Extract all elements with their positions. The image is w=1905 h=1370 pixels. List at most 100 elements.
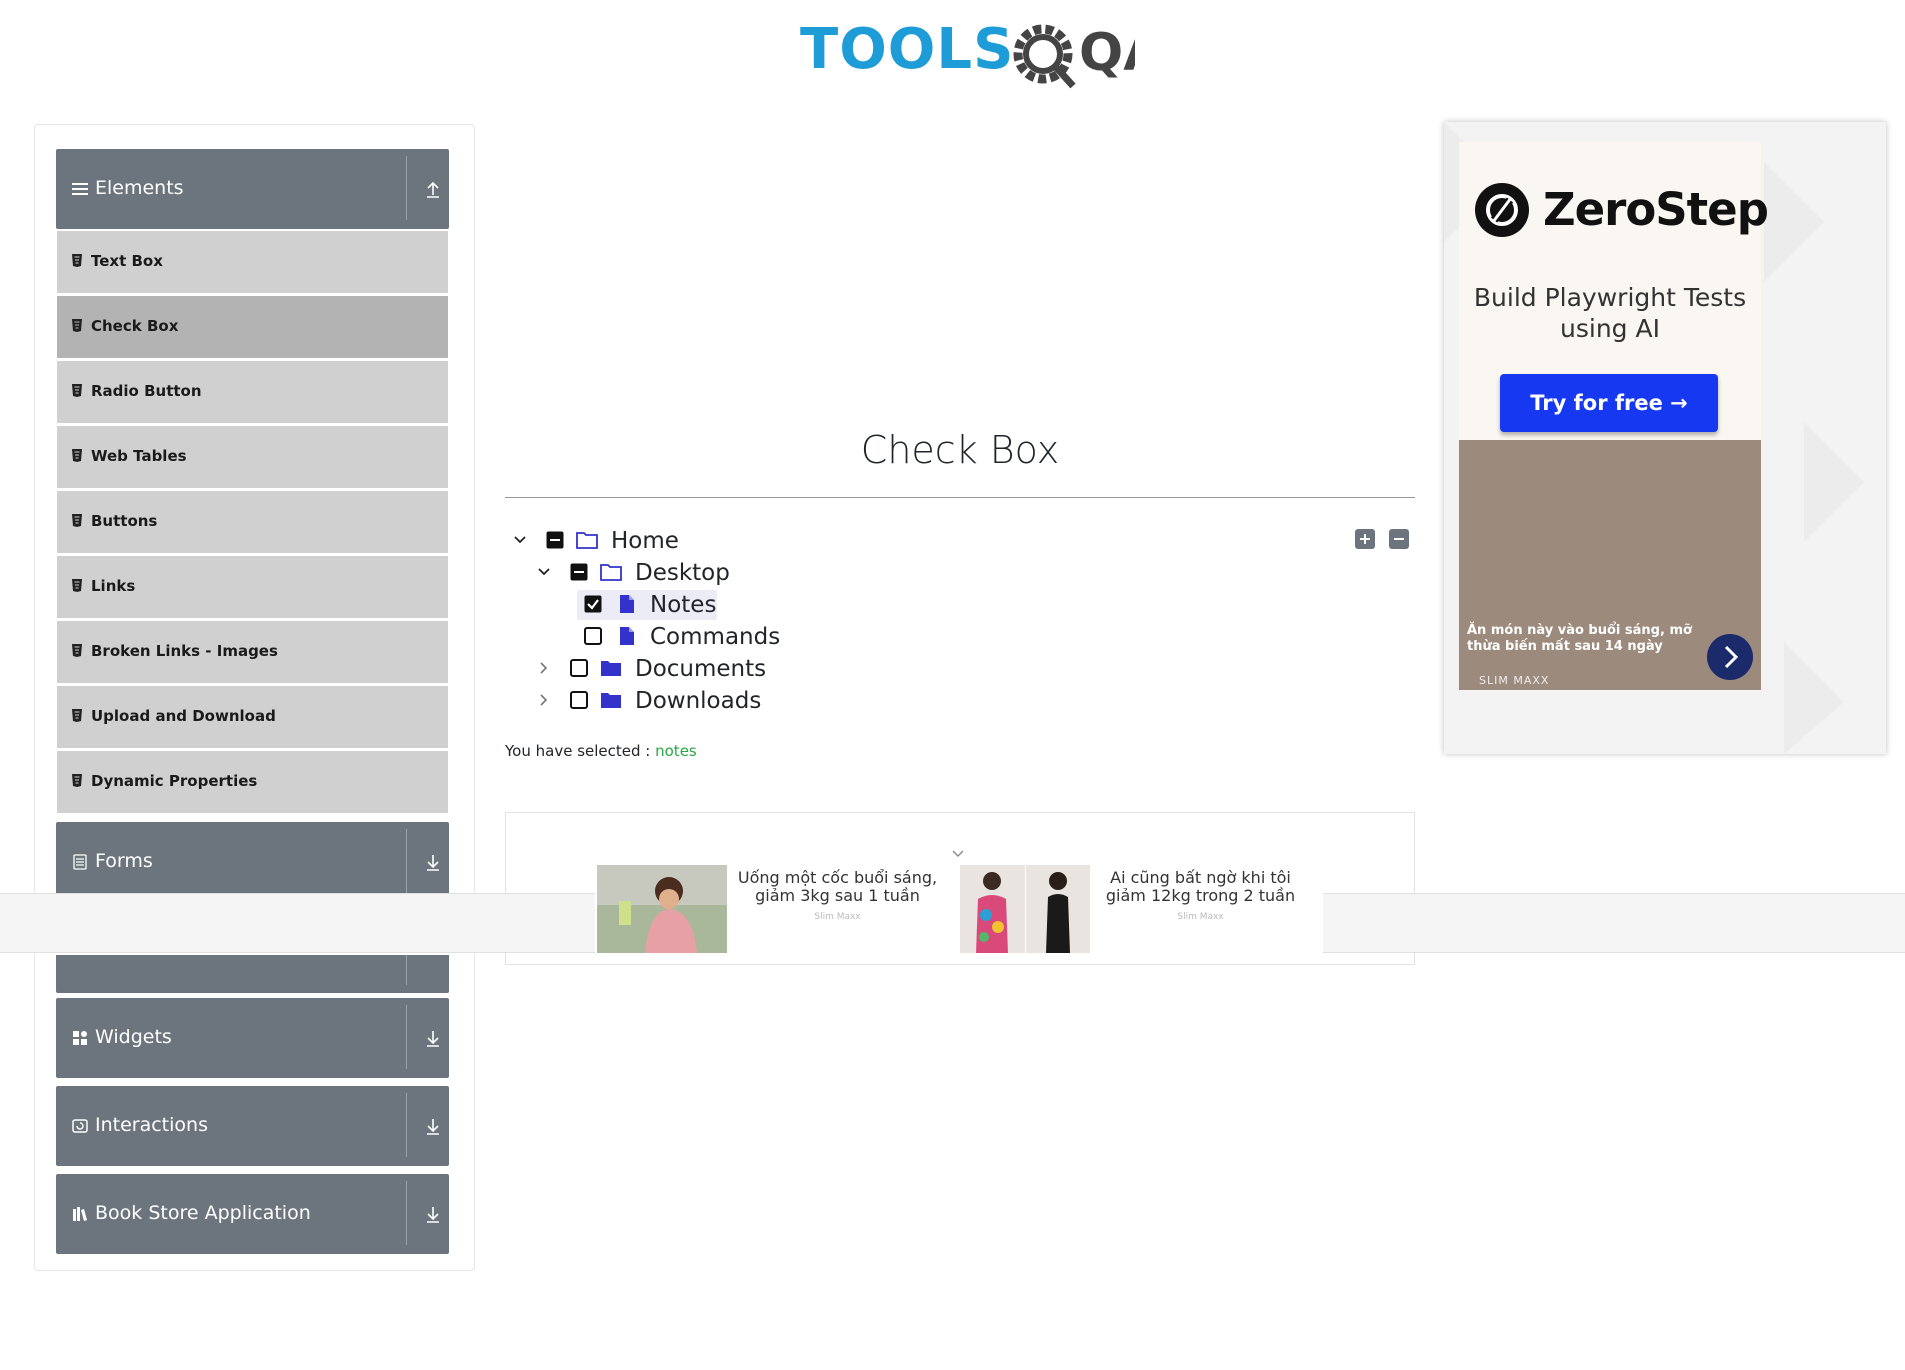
- sidebar-group-label: Book Store Application: [95, 1202, 311, 1224]
- sidebar-group-widgets[interactable]: Widgets: [56, 998, 449, 1078]
- collapse-all-button[interactable]: [1389, 529, 1409, 549]
- sidebar-group-label: Elements: [95, 177, 184, 199]
- divider: [406, 1093, 407, 1157]
- sidebar-item-radio-button[interactable]: Radio Button: [57, 361, 448, 423]
- checkbox-unchecked[interactable]: [584, 627, 602, 645]
- sidebar-item-dynamic-properties[interactable]: Dynamic Properties: [57, 751, 448, 813]
- tree-node-downloads: Downloads: [536, 686, 836, 714]
- ad-next-button[interactable]: [1707, 634, 1753, 680]
- tree-node-label[interactable]: Notes: [650, 591, 716, 619]
- file-icon: [620, 595, 634, 613]
- item-badge-icon: [72, 514, 82, 527]
- sidebar-item-label: Buttons: [91, 512, 158, 530]
- logo-suffix: QA: [1079, 23, 1135, 83]
- item-badge-icon: [72, 774, 82, 787]
- chevron-down-icon[interactable]: [950, 848, 966, 860]
- folder-icon: [601, 661, 621, 676]
- sidebar-group-label: Interactions: [95, 1114, 208, 1136]
- item-badge-icon: [72, 319, 82, 332]
- right-ad[interactable]: ZeroStep Build Playwright Tests using AI…: [1444, 122, 1886, 754]
- ad-photo-drink[interactable]: [597, 865, 727, 953]
- tree-node-label[interactable]: Home: [611, 527, 679, 555]
- minus-icon: [1394, 538, 1404, 540]
- toolsqa-logo[interactable]: TOOLS QA: [800, 14, 1135, 94]
- sidebar-item-broken-links[interactable]: Broken Links - Images: [57, 621, 448, 683]
- sidebar-item-label: Check Box: [91, 317, 179, 335]
- widgets-icon: [73, 1031, 87, 1045]
- tree-node-label[interactable]: Documents: [635, 655, 766, 683]
- ad-card-source: Slim Maxx: [814, 912, 861, 922]
- native-ad-strip[interactable]: Uống một cốc buổi sáng, giảm 3kg sau 1 t…: [595, 850, 1323, 954]
- title-divider: [505, 497, 1415, 498]
- selection-result: You have selected : notes: [505, 741, 697, 761]
- sidebar-item-upload-download[interactable]: Upload and Download: [57, 686, 448, 748]
- ad-card-text[interactable]: Ai cũng bất ngờ khi tôi giảm 12kg trong …: [1093, 869, 1308, 905]
- ad-source: SLIM MAXX: [1479, 674, 1550, 687]
- sidebar-item-text-box[interactable]: Text Box: [57, 231, 448, 293]
- sidebar-item-label: Broken Links - Images: [91, 642, 278, 660]
- sidebar-group-alerts[interactable]: [56, 955, 449, 993]
- page-title: Check Box: [860, 428, 1060, 472]
- divider: [406, 1181, 407, 1245]
- divider: [406, 156, 407, 220]
- expand-all-button[interactable]: [1355, 529, 1375, 549]
- chevron-right-icon: [1724, 645, 1739, 669]
- sidebar-group-interactions[interactable]: Interactions: [56, 1086, 449, 1166]
- checkbox-partial[interactable]: [546, 531, 564, 549]
- sidebar-group-forms[interactable]: Forms: [56, 822, 449, 902]
- folder-icon: [601, 693, 621, 708]
- interactions-icon: [72, 1119, 88, 1133]
- sidebar-item-links[interactable]: Links: [57, 556, 448, 618]
- chevron-down-icon[interactable]: [536, 564, 552, 580]
- item-badge-icon: [72, 254, 82, 267]
- sidebar-item-check-box[interactable]: Check Box: [57, 296, 448, 358]
- expand-down-icon[interactable]: [425, 852, 441, 872]
- expand-down-icon[interactable]: [425, 1204, 441, 1224]
- item-badge-icon: [72, 384, 82, 397]
- checkbox-partial[interactable]: [570, 563, 588, 581]
- sidebar-group-elements[interactable]: Elements: [56, 149, 449, 229]
- tree-node-label[interactable]: Commands: [650, 623, 780, 651]
- chevron-right-icon[interactable]: [536, 660, 552, 676]
- chevron-down-icon[interactable]: [512, 532, 528, 548]
- divider: [406, 829, 407, 893]
- tree-node-label[interactable]: Desktop: [635, 559, 730, 587]
- sidebar-group-book-store[interactable]: Book Store Application: [56, 1174, 449, 1254]
- result-prefix: You have selected :: [505, 742, 651, 760]
- logo-text: TOOLS: [800, 17, 1015, 82]
- checkbox-unchecked[interactable]: [570, 691, 588, 709]
- ad-card-text[interactable]: Uống một cốc buổi sáng, giảm 3kg sau 1 t…: [730, 869, 945, 905]
- sidebar-group-label: Forms: [95, 850, 153, 872]
- expand-down-icon[interactable]: [425, 1028, 441, 1048]
- sidebar-item-label: Radio Button: [91, 382, 202, 400]
- ad-caption[interactable]: Ăn món này vào buổi sáng, mỡ thừa biến m…: [1467, 623, 1717, 655]
- sidebar-item-label: Text Box: [91, 252, 163, 270]
- sidebar-item-label: Web Tables: [91, 447, 187, 465]
- item-badge-icon: [72, 709, 82, 722]
- sidebar-group-label: Widgets: [95, 1026, 172, 1048]
- try-for-free-button[interactable]: Try for free →: [1500, 374, 1718, 432]
- tree-node-label[interactable]: Downloads: [635, 687, 761, 715]
- collapse-up-icon[interactable]: [425, 179, 441, 199]
- sidebar-item-label: Upload and Download: [91, 707, 276, 725]
- item-badge-icon: [72, 449, 82, 462]
- sidebar-item-label: Dynamic Properties: [91, 772, 258, 790]
- checkbox-checked[interactable]: [584, 595, 602, 613]
- divider: [406, 1005, 407, 1069]
- expand-down-icon[interactable]: [425, 1116, 441, 1136]
- tree-node-documents: Documents: [536, 654, 836, 682]
- sidebar-item-web-tables[interactable]: Web Tables: [57, 426, 448, 488]
- form-icon: [73, 854, 87, 870]
- item-badge-icon: [72, 579, 82, 592]
- ad-photo-tile[interactable]: Ăn món này vào buổi sáng, mỡ thừa biến m…: [1459, 440, 1761, 690]
- result-value: notes: [655, 742, 697, 760]
- plus-icon: [1360, 534, 1370, 544]
- ad-photo-before-after[interactable]: [960, 865, 1090, 953]
- checkbox-unchecked[interactable]: [570, 659, 588, 677]
- chevron-right-icon[interactable]: [536, 692, 552, 708]
- book-icon: [73, 1207, 87, 1221]
- zerostep-logo-icon: [1475, 183, 1529, 237]
- sidebar-item-buttons[interactable]: Buttons: [57, 491, 448, 553]
- ad-card-source: Slim Maxx: [1177, 912, 1224, 922]
- tree-node-home: Home: [512, 526, 812, 554]
